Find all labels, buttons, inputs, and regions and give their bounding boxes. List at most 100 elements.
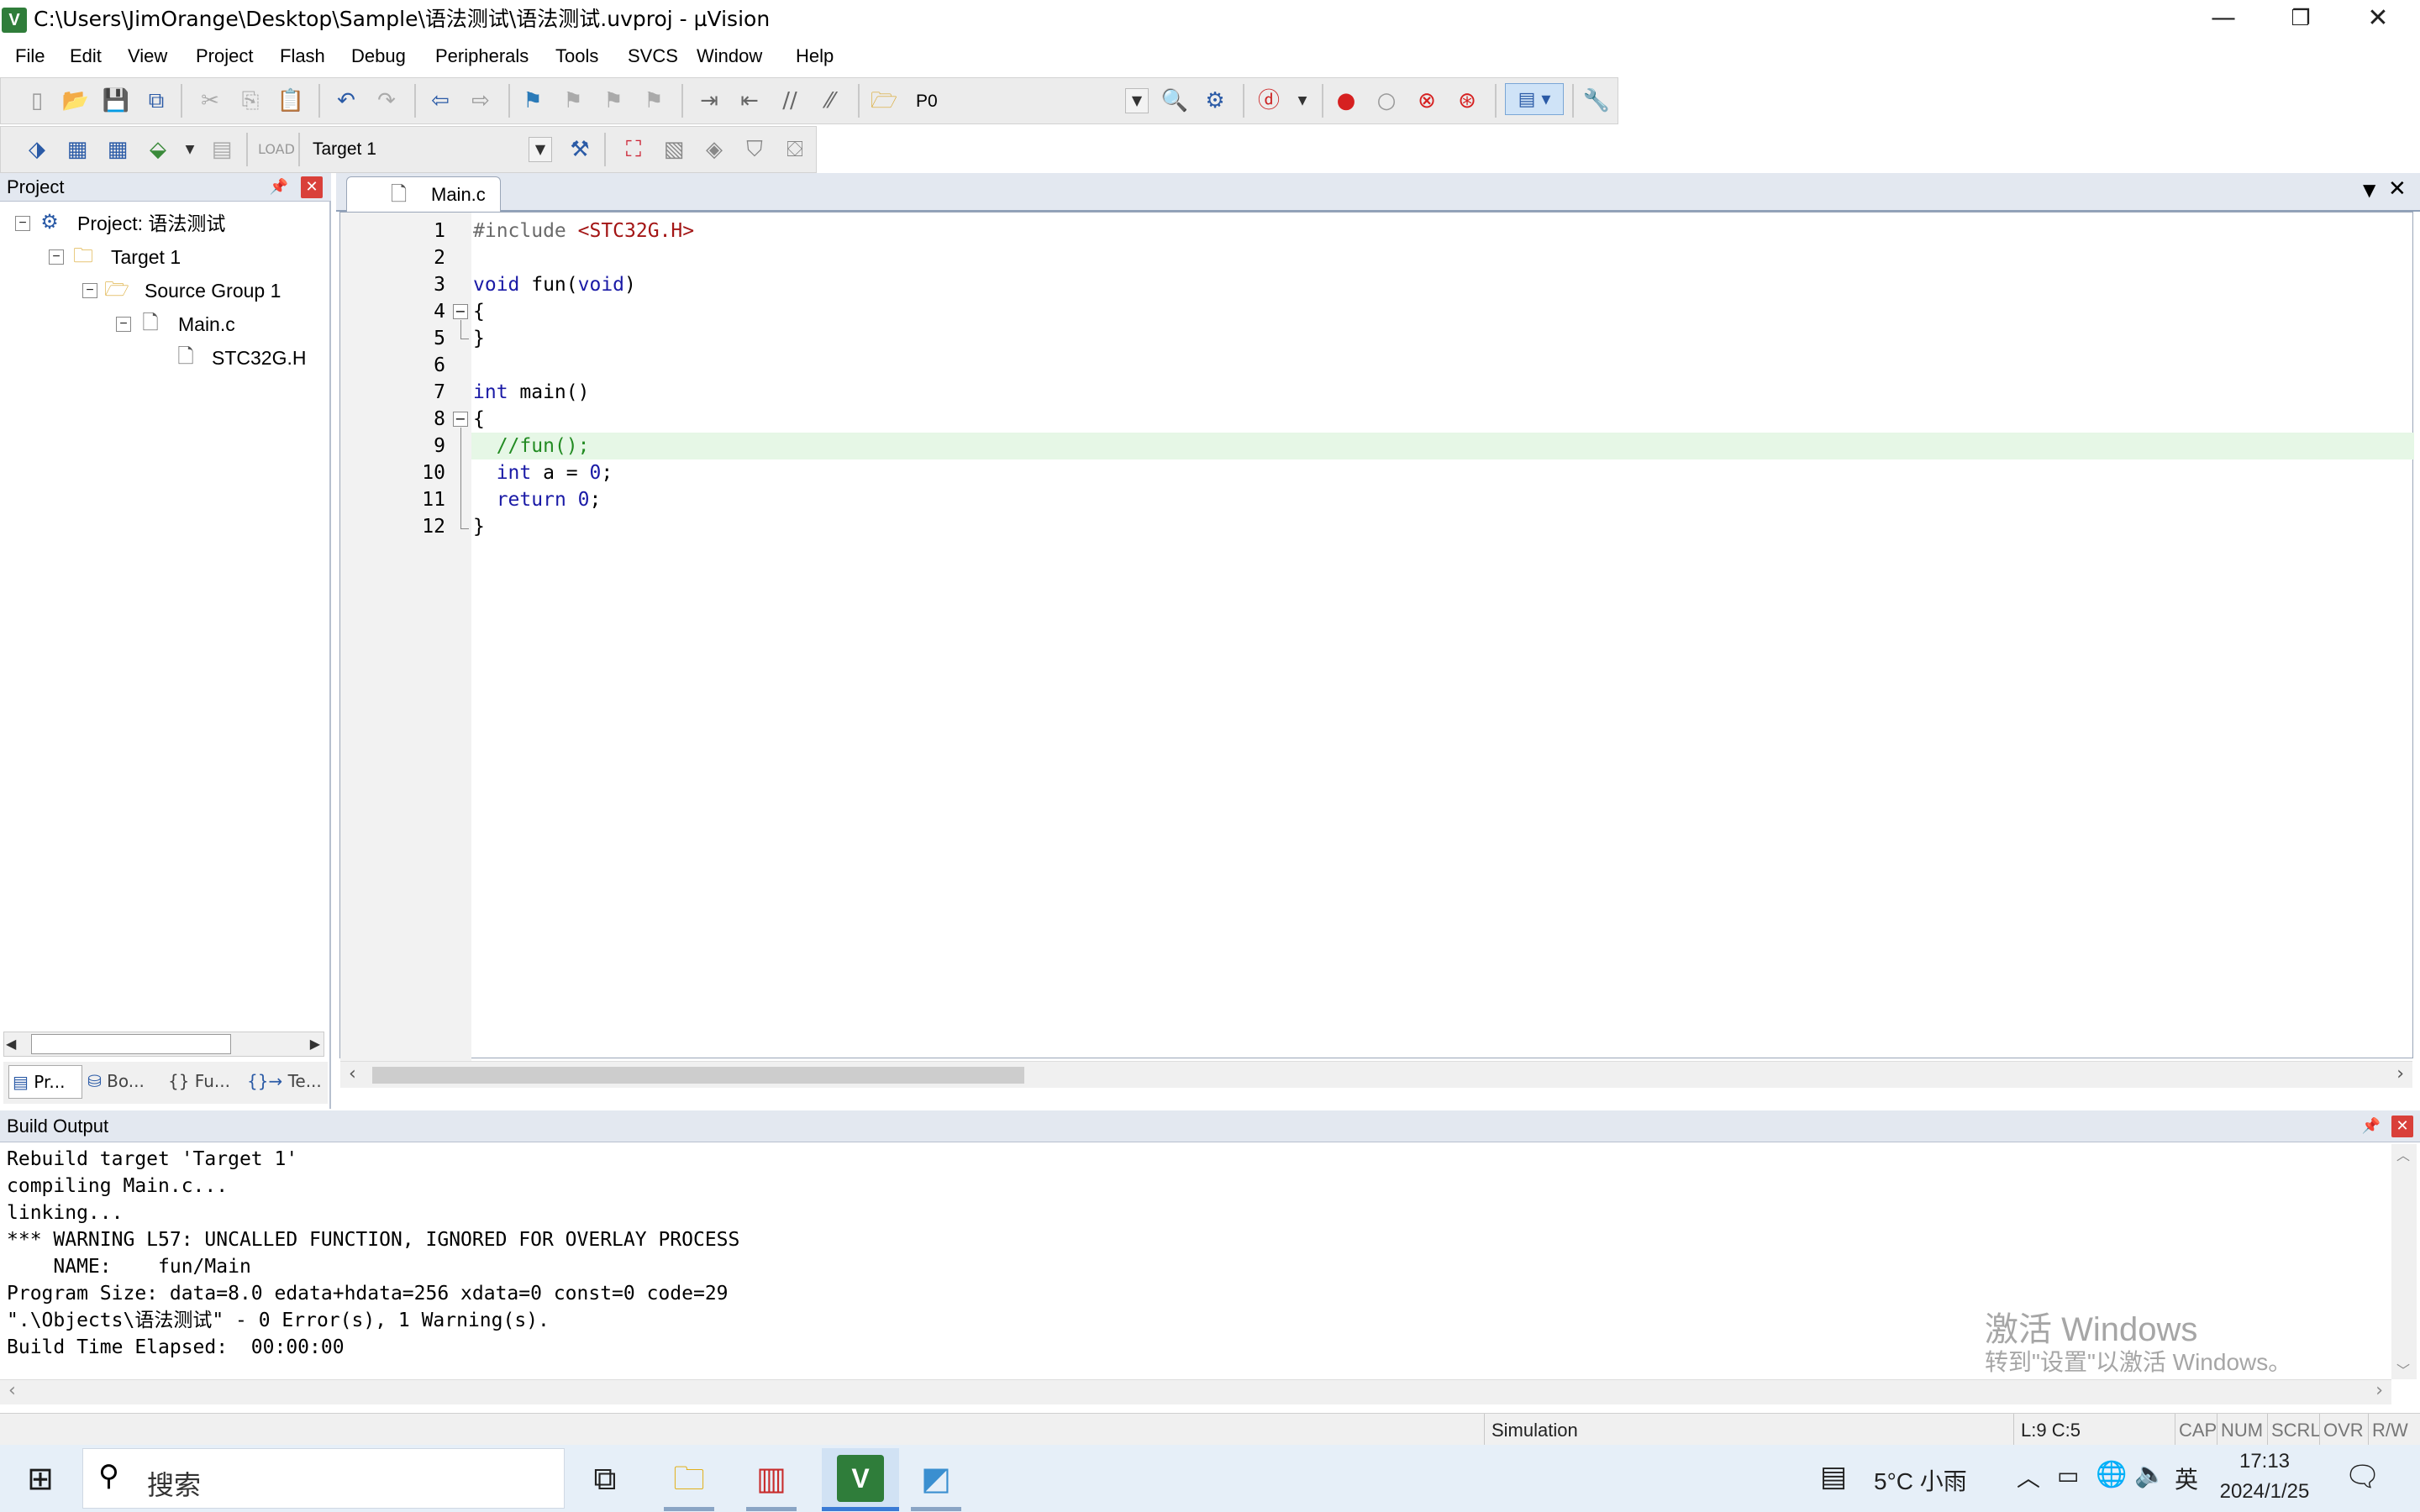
editor-hscrollbar[interactable]: ‹ › xyxy=(340,1061,2412,1088)
target-select[interactable]: Target 1 xyxy=(305,133,557,168)
clock-date[interactable]: 2024/1/25 xyxy=(2210,1480,2319,1504)
file-explorer-icon[interactable]: 🗀 xyxy=(664,1453,714,1504)
app-window-icon[interactable]: ◩ xyxy=(911,1453,961,1504)
task-view-icon[interactable]: ⧉ xyxy=(580,1453,630,1504)
menu-project[interactable]: Project xyxy=(196,45,253,68)
scroll-up-icon[interactable]: ︿ xyxy=(2396,1144,2410,1164)
menu-flash[interactable]: Flash xyxy=(280,45,325,68)
disable-breakpoints-icon[interactable]: ⊗ xyxy=(1411,85,1443,117)
uvision-taskbar-button[interactable]: V xyxy=(822,1448,899,1509)
menu-edit[interactable]: Edit xyxy=(70,45,102,68)
clear-bookmarks-icon[interactable]: ⚑ xyxy=(638,85,670,117)
minimize-button[interactable]: — xyxy=(2185,0,2262,39)
menu-window[interactable]: Window xyxy=(697,45,762,68)
collapse-icon[interactable]: − xyxy=(15,216,30,231)
tree-item-project[interactable]: − ⚙ Project: 语法测试 xyxy=(0,207,328,240)
cut-icon[interactable]: ✂ xyxy=(194,85,226,117)
find-icon[interactable]: 🔍 xyxy=(1159,85,1191,117)
paste-icon[interactable]: 📋 xyxy=(275,85,307,117)
tab-main-c[interactable]: 🗋 Main.c xyxy=(346,176,501,212)
pin-icon[interactable]: 📌 xyxy=(269,177,289,197)
download-load-icon[interactable]: LOAD xyxy=(258,134,295,165)
scroll-thumb[interactable] xyxy=(31,1034,231,1054)
tree-item-main-c[interactable]: − 🗋 Main.c xyxy=(0,307,328,341)
tree-item-source-group[interactable]: − 🗁 Source Group 1 xyxy=(0,274,328,307)
news-widget-icon[interactable]: ▤ xyxy=(1820,1460,1847,1494)
target-options-icon[interactable]: ⚒ xyxy=(564,134,596,165)
pin-icon[interactable]: 📌 xyxy=(2361,1116,2381,1137)
batch-dropdown-icon[interactable]: ▼ xyxy=(174,134,206,165)
tab-list-dropdown-icon[interactable]: ▼ xyxy=(2363,180,2375,200)
collapse-icon[interactable]: − xyxy=(82,283,97,298)
save-icon[interactable]: 💾 xyxy=(100,85,132,117)
scroll-down-icon[interactable]: ﹀ xyxy=(2396,1359,2410,1379)
copy-icon[interactable]: ⎘ xyxy=(234,85,266,117)
close-panel-icon[interactable]: ✕ xyxy=(301,176,323,198)
network-globe-icon[interactable]: 🌐 xyxy=(2096,1460,2127,1489)
manage-project-items-icon[interactable]: ⛶ xyxy=(618,134,650,165)
redo-icon[interactable]: ↷ xyxy=(371,85,402,117)
next-bookmark-icon[interactable]: ⚑ xyxy=(597,85,629,117)
uncomment-icon[interactable]: ⁄⁄ xyxy=(814,85,846,117)
weather-text[interactable]: 5°C 小雨 xyxy=(1874,1463,1967,1497)
start-windows-icon[interactable]: ⊞ xyxy=(15,1453,66,1504)
navigate-forward-icon[interactable]: ⇨ xyxy=(465,85,497,117)
bookmark-icon[interactable]: ⚑ xyxy=(517,85,549,117)
scroll-left-icon[interactable]: ‹ xyxy=(349,1063,356,1084)
fold-collapse-icon[interactable]: − xyxy=(453,412,468,427)
new-file-icon[interactable]: ▯ xyxy=(21,85,53,117)
clock-time[interactable]: 17:13 xyxy=(2218,1450,2311,1473)
scroll-thumb[interactable] xyxy=(372,1067,1024,1084)
tree-item-target[interactable]: − 🗀 Target 1 xyxy=(0,240,328,274)
notification-icon[interactable]: 🗨 xyxy=(2344,1460,2381,1494)
menu-file[interactable]: File xyxy=(15,45,45,68)
project-hscrollbar[interactable]: ◀ ▶ xyxy=(3,1032,324,1057)
window-layout-icon[interactable]: ▤ ▾ xyxy=(1505,83,1564,115)
show-hidden-icons-icon[interactable]: ︿ xyxy=(2017,1460,2040,1494)
rebuild-icon[interactable]: ▦ xyxy=(102,134,134,165)
open-file-icon[interactable]: 📂 xyxy=(60,85,92,117)
restore-button[interactable]: ❐ xyxy=(2262,0,2339,39)
kill-breakpoints-icon[interactable]: ⊛ xyxy=(1451,85,1483,117)
close-editor-icon[interactable]: ✕ xyxy=(2388,176,2407,202)
stop-build-icon[interactable]: ▤ xyxy=(206,134,238,165)
undo-icon[interactable]: ↶ xyxy=(330,85,362,117)
insert-breakpoint-icon[interactable]: ● xyxy=(1330,85,1362,117)
fold-collapse-icon[interactable]: − xyxy=(453,304,468,319)
output-hscrollbar[interactable]: ‹ › xyxy=(0,1379,2391,1404)
output-vscrollbar[interactable]: ︿ ﹀ xyxy=(2391,1144,2417,1379)
menu-tools[interactable]: Tools xyxy=(555,45,598,68)
target-dropdown-icon[interactable]: ▼ xyxy=(529,137,552,162)
tree-item-header[interactable]: 🗋 STC32G.H xyxy=(0,341,328,375)
volume-icon[interactable]: 🔈 xyxy=(2134,1460,2165,1489)
incremental-find-icon[interactable]: ⚙ xyxy=(1199,85,1231,117)
code-editor[interactable]: 1 2 3 4 5 6 7 8 9 10 11 12 − − #include … xyxy=(339,212,2414,1088)
find-combo[interactable]: P0 xyxy=(908,85,1154,118)
menu-svcs[interactable]: SVCS xyxy=(628,45,678,68)
close-panel-icon[interactable]: ✕ xyxy=(2391,1116,2413,1137)
close-button[interactable]: ✕ xyxy=(2339,0,2417,39)
collapse-icon[interactable]: − xyxy=(49,249,64,265)
scroll-right-icon[interactable]: › xyxy=(2396,1063,2404,1084)
menu-help[interactable]: Help xyxy=(796,45,834,68)
battery-icon[interactable]: ▭ xyxy=(2057,1462,2079,1489)
debug-dropdown-icon[interactable]: ▼ xyxy=(1286,85,1318,117)
menu-peripherals[interactable]: Peripherals xyxy=(435,45,529,68)
collapse-icon[interactable]: − xyxy=(116,317,131,332)
scroll-right-icon[interactable]: › xyxy=(2375,1380,2383,1401)
configure-icon[interactable]: 🔧 xyxy=(1581,85,1612,117)
select-packs-icon[interactable]: ▧ xyxy=(658,134,690,165)
manage-rte-icon[interactable]: ◈ xyxy=(698,134,730,165)
pack-installer-icon[interactable]: ⛉ xyxy=(739,134,771,165)
tab-functions[interactable]: {} Fu... xyxy=(168,1065,244,1099)
taskbar-search-box[interactable]: ⚲ 搜索 xyxy=(82,1448,565,1509)
menu-debug[interactable]: Debug xyxy=(351,45,406,68)
tab-project[interactable]: ▤ Pr... xyxy=(8,1065,82,1099)
enable-breakpoint-icon[interactable]: ○ xyxy=(1370,85,1402,117)
unindent-icon[interactable]: ⇤ xyxy=(734,85,765,117)
find-in-files-icon[interactable]: 🗁 xyxy=(868,85,900,117)
comment-icon[interactable]: // xyxy=(774,85,806,117)
tab-books[interactable]: ⛁ Bo... xyxy=(87,1065,163,1099)
tab-templates[interactable]: {}→ Te... xyxy=(247,1065,323,1099)
stc-isp-icon[interactable]: ▥ xyxy=(746,1453,797,1504)
